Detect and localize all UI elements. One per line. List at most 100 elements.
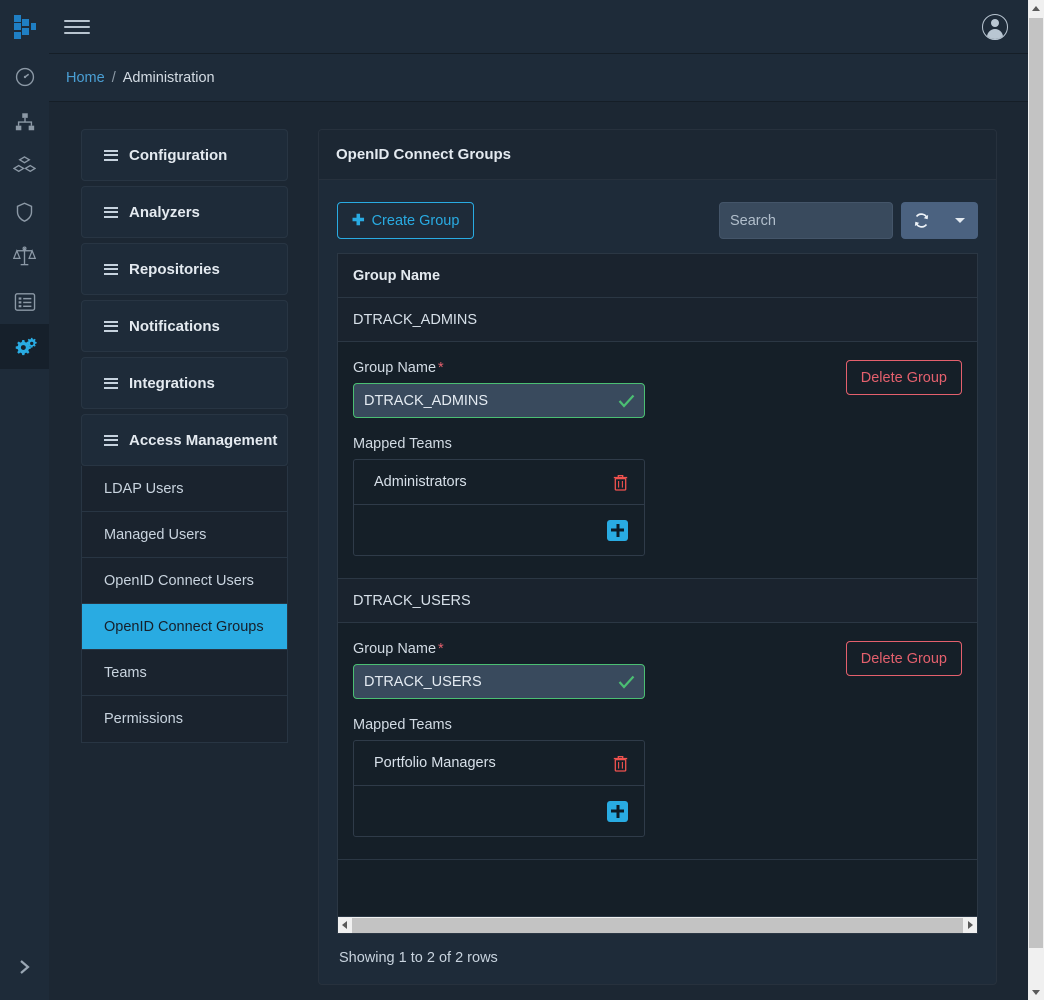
scroll-left-arrow-icon[interactable] — [338, 917, 352, 934]
group-name-input[interactable] — [353, 383, 645, 418]
rail-item-projects[interactable] — [0, 99, 49, 144]
page-body: Configuration Analyzers Repositories Not… — [49, 102, 1028, 985]
navbar-right — [982, 13, 1008, 40]
sidebar-item-teams[interactable]: Teams — [82, 650, 287, 696]
accordion-access-management[interactable]: Access Management — [81, 414, 288, 466]
trash-icon[interactable] — [613, 474, 628, 491]
sidebar-item-openid-connect-users[interactable]: OpenID Connect Users — [82, 558, 287, 604]
sidebar-item-openid-connect-groups[interactable]: OpenID Connect Groups — [82, 604, 287, 650]
search-input[interactable] — [719, 202, 893, 239]
sidebar-item-label: LDAP Users — [104, 480, 184, 497]
accordion-label: Notifications — [129, 317, 220, 335]
table-header-row: Group Name — [338, 254, 977, 298]
required-asterisk: * — [438, 360, 444, 376]
rail-item-licenses[interactable] — [0, 234, 49, 279]
group-name-input-wrap — [353, 383, 645, 418]
accordion-repositories[interactable]: Repositories — [81, 243, 288, 295]
accordion-analyzers[interactable]: Analyzers — [81, 186, 288, 238]
shield-icon — [16, 201, 33, 222]
create-group-button[interactable]: ✚ Create Group — [337, 202, 475, 239]
trash-icon[interactable] — [613, 755, 628, 772]
delete-group-button[interactable]: Delete Group — [845, 360, 962, 395]
speedometer-icon — [15, 67, 34, 86]
table-row[interactable]: DTRACK_ADMINS — [338, 298, 977, 342]
list-item: Administrators — [354, 460, 644, 505]
accordion-integrations[interactable]: Integrations — [81, 357, 288, 409]
sidebar-item-permissions[interactable]: Permissions — [82, 696, 287, 742]
scales-icon — [13, 246, 36, 266]
rail-item-policy-management[interactable] — [0, 279, 49, 324]
sidebar-item-managed-users[interactable]: Managed Users — [82, 512, 287, 558]
plus-icon: ✚ — [352, 212, 365, 229]
mapped-teams-label: Mapped Teams — [353, 717, 452, 733]
pagination-info: Showing 1 to 2 of 2 rows — [339, 950, 498, 966]
breadcrumb-separator: / — [111, 69, 116, 86]
accordion-label: Integrations — [129, 374, 215, 392]
sitemap-icon — [15, 112, 34, 130]
rail-expand-toggle[interactable] — [0, 950, 49, 984]
sidebar-item-label: Managed Users — [104, 526, 207, 543]
scroll-down-arrow-icon[interactable] — [1028, 984, 1044, 1000]
bars-icon — [104, 320, 118, 332]
table-row[interactable]: DTRACK_USERS — [338, 579, 977, 623]
dependency-track-logo-icon — [13, 14, 36, 39]
delete-group-button[interactable]: Delete Group — [845, 641, 962, 676]
list-item: Portfolio Managers — [354, 741, 644, 786]
card-title: OpenID Connect Groups — [319, 130, 996, 180]
table-toolbar: ✚ Create Group — [337, 202, 978, 239]
accordion-label: Repositories — [129, 260, 220, 278]
rail-item-administration[interactable] — [0, 324, 49, 369]
mapped-teams-label: Mapped Teams — [353, 436, 452, 452]
refresh-dropdown-toggle[interactable] — [941, 202, 978, 239]
create-group-label: Create Group — [371, 212, 460, 229]
scroll-up-arrow-icon[interactable] — [1028, 0, 1044, 16]
hamburger-menu-icon[interactable] — [64, 14, 90, 40]
group-detail-panel: Delete Group Group Name* Mapped Teams — [338, 623, 977, 860]
sidebar-item-ldap-users[interactable]: LDAP Users — [82, 466, 287, 512]
sidebar-item-label: Teams — [104, 664, 147, 681]
accordion-configuration[interactable]: Configuration — [81, 129, 288, 181]
required-asterisk: * — [438, 641, 444, 657]
icon-rail — [0, 54, 49, 1000]
rail-item-dashboard[interactable] — [0, 54, 49, 99]
scrollbar-thumb[interactable] — [352, 917, 963, 933]
app-viewport: Home / Administration Configuration Anal… — [0, 0, 1028, 1000]
field-label-text: Group Name — [353, 360, 437, 376]
accordion-label: Access Management — [129, 431, 278, 449]
breadcrumb-home[interactable]: Home — [66, 70, 105, 86]
group-detail-panel: Delete Group Group Name* Mapped Teams — [338, 342, 977, 579]
rail-item-vulnerabilities[interactable] — [0, 189, 49, 234]
mapped-teams-list: Portfolio Managers — [353, 740, 645, 837]
column-header-group-name: Group Name — [353, 267, 441, 284]
scroll-right-arrow-icon[interactable] — [963, 917, 977, 934]
refresh-button[interactable] — [901, 202, 941, 239]
group-name-cell: DTRACK_USERS — [353, 592, 471, 609]
field-label-text: Group Name — [353, 641, 437, 657]
sidebar-item-label: OpenID Connect Groups — [104, 618, 264, 635]
bars-icon — [104, 434, 118, 446]
gears-icon — [15, 337, 37, 355]
main-content: Home / Administration Configuration Anal… — [49, 54, 1028, 1000]
accordion-label: Analyzers — [129, 203, 200, 221]
toolbar-right — [719, 202, 978, 239]
table-tail-space — [338, 860, 977, 916]
admin-nav: Configuration Analyzers Repositories Not… — [81, 129, 288, 985]
plus-square-icon[interactable] — [607, 800, 628, 822]
breadcrumb-current: Administration — [122, 69, 215, 86]
page-scrollbar-thumb[interactable] — [1029, 18, 1043, 948]
group-name-cell: DTRACK_ADMINS — [353, 311, 478, 328]
bars-icon — [104, 149, 118, 161]
accordion-notifications[interactable]: Notifications — [81, 300, 288, 352]
chevron-right-icon — [19, 960, 30, 974]
refresh-icon — [914, 213, 928, 228]
group-name-input[interactable] — [353, 664, 645, 699]
rail-item-components[interactable] — [0, 144, 49, 189]
table-horizontal-scrollbar[interactable] — [338, 916, 977, 933]
refresh-button-group[interactable] — [901, 202, 978, 239]
user-avatar-icon[interactable] — [982, 13, 1008, 40]
caret-down-icon — [954, 218, 965, 223]
plus-square-icon[interactable] — [607, 519, 628, 541]
brand-logo[interactable] — [0, 0, 49, 54]
page-scrollbar[interactable] — [1028, 0, 1044, 1000]
mapped-teams-list: Administrators — [353, 459, 645, 556]
